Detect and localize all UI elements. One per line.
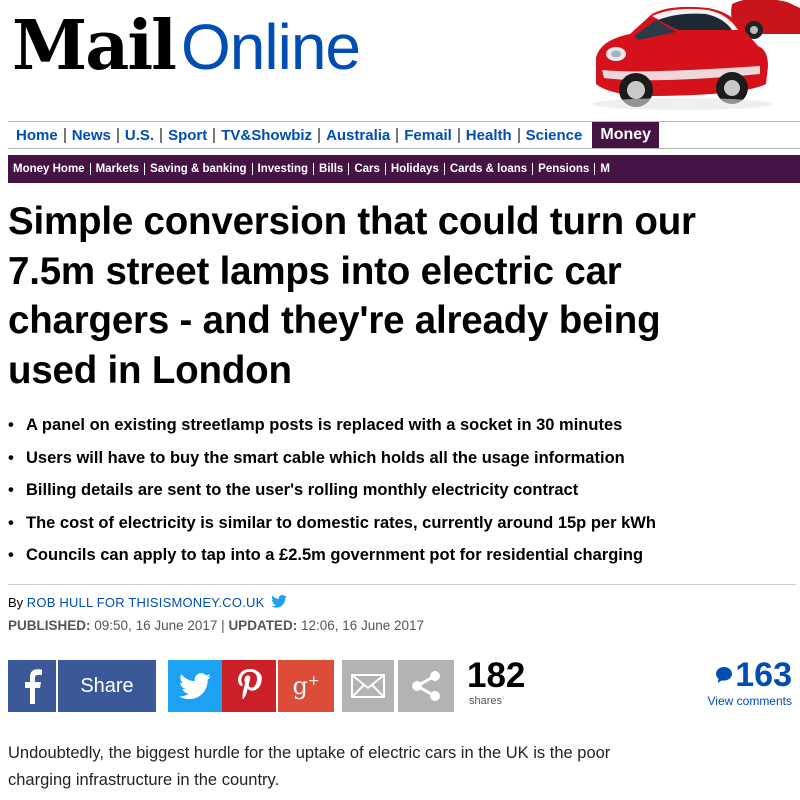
summary-text: Billing details are sent to the user's r… [26,481,579,499]
comments-link[interactable]: 163 View comments [670,656,792,708]
share-count-number: 182 [467,656,526,695]
masthead: Mail Online [0,0,800,112]
summary-item: • Billing details are sent to the user's … [8,474,800,507]
facebook-icon[interactable] [8,660,56,712]
nav-item-femail[interactable]: Femail [398,127,460,143]
nav-item-tvshowbiz[interactable]: TV&Showbiz [215,127,321,143]
byline: By ROB HULL FOR THISISMONEY.CO.UK [8,595,287,610]
byline-prefix: By [8,595,24,610]
subnav-item-cars[interactable]: Cars [349,163,386,175]
headline-line: used in London [8,348,292,392]
site-logo[interactable]: Mail Online [12,6,361,96]
subnav-item-bills[interactable]: Bills [314,163,350,175]
money-subnav: Money Home Markets Saving & banking Inve… [8,155,800,183]
subnav-item-money-home[interactable]: Money Home [8,163,91,175]
headline-line: Simple conversion that could turn our [8,200,696,243]
nav-item-health[interactable]: Health [460,127,520,143]
summary-item: • The cost of electricity is similar to d… [8,507,800,540]
nav-item-sport[interactable]: Sport [162,127,216,143]
twitter-icon[interactable] [271,595,287,608]
summary-item: • Users will have to buy the smart cable … [8,442,800,475]
divider [8,584,796,585]
published-value: 09:50, 16 June 2017 [94,618,218,633]
nav-item-money[interactable]: Money [592,122,660,148]
updated-value: 12:06, 16 June 2017 [300,618,425,633]
nav-item-news[interactable]: News [66,127,119,143]
share-count-label: shares [469,695,503,707]
nav-item-science[interactable]: Science [520,128,589,143]
body-line: Undoubtedly, the biggest hurdle for the … [8,744,611,762]
bullet-dot-icon: • [8,416,14,434]
article-summary-list: • A panel on existing streetlamp posts is… [8,409,800,572]
subnav-item-more[interactable]: M [595,163,615,175]
summary-text: Users will have to buy the smart cable w… [26,448,625,467]
nav-item-australia[interactable]: Australia [320,127,399,143]
logo-mail: Mail [12,6,177,86]
comments-count: 163 [670,656,792,694]
summary-item: • A panel on existing streetlamp posts is… [8,409,800,442]
headline-line: 7.5m street lamps into electric car [8,249,622,293]
subnav-item-holidays[interactable]: Holidays [386,163,445,175]
share-count: 182 shares [467,656,547,708]
google-plus-icon[interactable]: g+ [278,660,334,712]
subnav-item-investing[interactable]: Investing [253,163,315,175]
article-body: Undoubtedly, the biggest hurdle for the … [8,740,798,794]
subnav-item-cards-loans[interactable]: Cards & loans [445,163,534,175]
published-label: PUBLISHED: [8,618,91,633]
publish-dates: PUBLISHED: 09:50, 16 June 2017 | UPDATED… [8,618,424,633]
comments-count-number: 163 [735,656,792,694]
facebook-share-button[interactable]: Share [58,660,156,712]
twitter-share-icon[interactable] [168,660,222,712]
subnav-item-markets[interactable]: Markets [91,163,146,175]
date-separator: | [221,618,225,633]
pinterest-icon[interactable] [222,660,276,712]
view-comments-label: View comments [707,694,792,708]
summary-text: A panel on existing streetlamp posts is … [26,416,623,434]
article-headline: Simple conversion that could turn our 7.… [8,197,798,395]
logo-online: Online [181,11,361,83]
share-icon[interactable] [398,660,454,712]
nav-item-us[interactable]: U.S. [119,127,163,143]
bullet-dot-icon: • [8,448,14,467]
email-icon[interactable] [342,660,394,712]
updated-label: UPDATED: [228,618,298,633]
author-link[interactable]: ROB HULL FOR THISISMONEY.CO.UK [27,595,265,610]
red-car-icon [592,0,800,110]
headline-line: chargers - and they're already being [8,299,661,342]
nav-item-home[interactable]: Home [8,127,66,143]
subnav-item-saving-banking[interactable]: Saving & banking [145,163,253,175]
primary-nav: Home News U.S. Sport TV&Showbiz Australi… [8,121,800,149]
comment-bubble-icon [716,667,733,683]
bullet-dot-icon: • [8,513,14,532]
summary-item: • Councils can apply to tap into a £2.5m … [8,539,800,572]
bullet-dot-icon: • [8,481,14,499]
body-line: charging infrastructure in the country. [8,771,280,789]
summary-text: The cost of electricity is similar to do… [26,513,656,532]
bullet-dot-icon: • [8,546,14,564]
summary-text: Councils can apply to tap into a £2.5m g… [26,546,644,564]
subnav-item-pensions[interactable]: Pensions [533,163,596,175]
